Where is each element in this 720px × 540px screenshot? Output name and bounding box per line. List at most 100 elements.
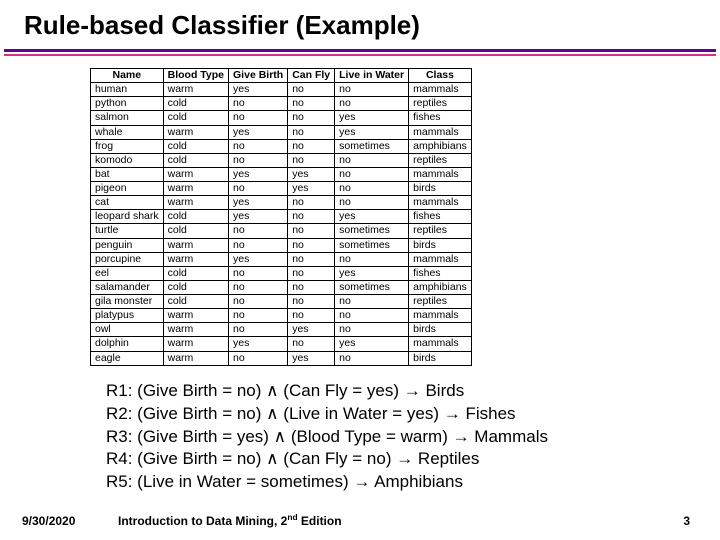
table-header-cell: Blood Type [163,69,228,83]
rule-line: R2: (Give Birth = no) ∧ (Live in Water =… [106,403,720,426]
table-cell: cold [163,97,228,111]
table-cell: no [229,266,288,280]
slide-title: Rule-based Classifier (Example) [0,10,720,49]
table-cell: yes [229,337,288,351]
table-cell: no [288,266,335,280]
table-cell: no [335,252,409,266]
table-cell: warm [163,337,228,351]
table-cell: no [229,238,288,252]
table-cell: yes [335,111,409,125]
data-table-container: NameBlood TypeGive BirthCan FlyLive in W… [90,68,720,366]
table-cell: amphibians [409,139,472,153]
table-cell: no [335,167,409,181]
table-cell: reptiles [409,224,472,238]
table-cell: fishes [409,266,472,280]
rules-list: R1: (Give Birth = no) ∧ (Can Fly = yes) … [106,380,720,495]
table-row: humanwarmyesnonomammals [91,83,472,97]
table-cell: sometimes [335,280,409,294]
table-cell: no [288,210,335,224]
table-row: salmoncoldnonoyesfishes [91,111,472,125]
rule-line: R1: (Give Birth = no) ∧ (Can Fly = yes) … [106,380,720,403]
table-cell: turtle [91,224,164,238]
table-cell: birds [409,323,472,337]
footer-source-prefix: Introduction to Data Mining, 2 [118,514,287,528]
table-cell: penguin [91,238,164,252]
table-cell: no [288,83,335,97]
table-cell: yes [288,323,335,337]
table-cell: no [288,224,335,238]
table-cell: yes [229,83,288,97]
table-row: batwarmyesyesnomammals [91,167,472,181]
table-cell: yes [229,210,288,224]
table-cell: sometimes [335,224,409,238]
table-row: penguinwarmnonosometimesbirds [91,238,472,252]
table-cell: birds [409,238,472,252]
table-cell: warm [163,252,228,266]
table-cell: warm [163,182,228,196]
table-header-cell: Can Fly [288,69,335,83]
table-cell: yes [335,210,409,224]
table-cell: warm [163,83,228,97]
table-cell: no [229,309,288,323]
table-cell: no [229,323,288,337]
table-cell: no [335,182,409,196]
table-cell: reptiles [409,295,472,309]
table-cell: no [229,139,288,153]
table-header-cell: Give Birth [229,69,288,83]
table-cell: warm [163,167,228,181]
table-cell: no [288,309,335,323]
table-cell: reptiles [409,97,472,111]
table-cell: cold [163,280,228,294]
table-cell: no [288,97,335,111]
table-cell: owl [91,323,164,337]
table-cell: no [335,97,409,111]
table-cell: no [288,238,335,252]
footer-source: Introduction to Data Mining, 2nd Edition [118,512,342,528]
table-header-cell: Name [91,69,164,83]
table-cell: birds [409,182,472,196]
rule-line: R5: (Live in Water = sometimes) → Amphib… [106,471,720,494]
table-cell: no [335,309,409,323]
rule-line: R3: (Give Birth = yes) ∧ (Blood Type = w… [106,426,720,449]
table-row: eelcoldnonoyesfishes [91,266,472,280]
table-cell: cat [91,196,164,210]
table-cell: python [91,97,164,111]
table-cell: pigeon [91,182,164,196]
table-row: salamandercoldnonosometimesamphibians [91,280,472,294]
table-cell: cold [163,266,228,280]
table-cell: no [229,351,288,365]
table-header-cell: Class [409,69,472,83]
table-cell: fishes [409,210,472,224]
table-cell: no [288,111,335,125]
table-cell: sometimes [335,139,409,153]
table-cell: no [288,280,335,294]
table-cell: eagle [91,351,164,365]
table-cell: cold [163,224,228,238]
table-row: dolphinwarmyesnoyesmammals [91,337,472,351]
table-cell: no [335,351,409,365]
table-cell: no [229,280,288,294]
table-cell: yes [288,182,335,196]
table-row: platypuswarmnononomammals [91,309,472,323]
table-cell: yes [335,266,409,280]
table-row: frogcoldnonosometimesamphibians [91,139,472,153]
table-cell: human [91,83,164,97]
table-row: gila monstercoldnononoreptiles [91,295,472,309]
table-cell: no [335,153,409,167]
table-cell: no [288,196,335,210]
table-row: catwarmyesnonomammals [91,196,472,210]
table-cell: cold [163,139,228,153]
table-row: eaglewarmnoyesnobirds [91,351,472,365]
table-cell: komodo [91,153,164,167]
rule-line: R4: (Give Birth = no) ∧ (Can Fly = no) →… [106,448,720,471]
table-cell: platypus [91,309,164,323]
footer-source-suffix: Edition [298,514,342,528]
table-cell: mammals [409,167,472,181]
table-cell: salmon [91,111,164,125]
table-cell: yes [288,351,335,365]
table-cell: yes [335,337,409,351]
table-cell: no [288,295,335,309]
table-cell: whale [91,125,164,139]
table-row: whalewarmyesnoyesmammals [91,125,472,139]
table-cell: yes [288,167,335,181]
